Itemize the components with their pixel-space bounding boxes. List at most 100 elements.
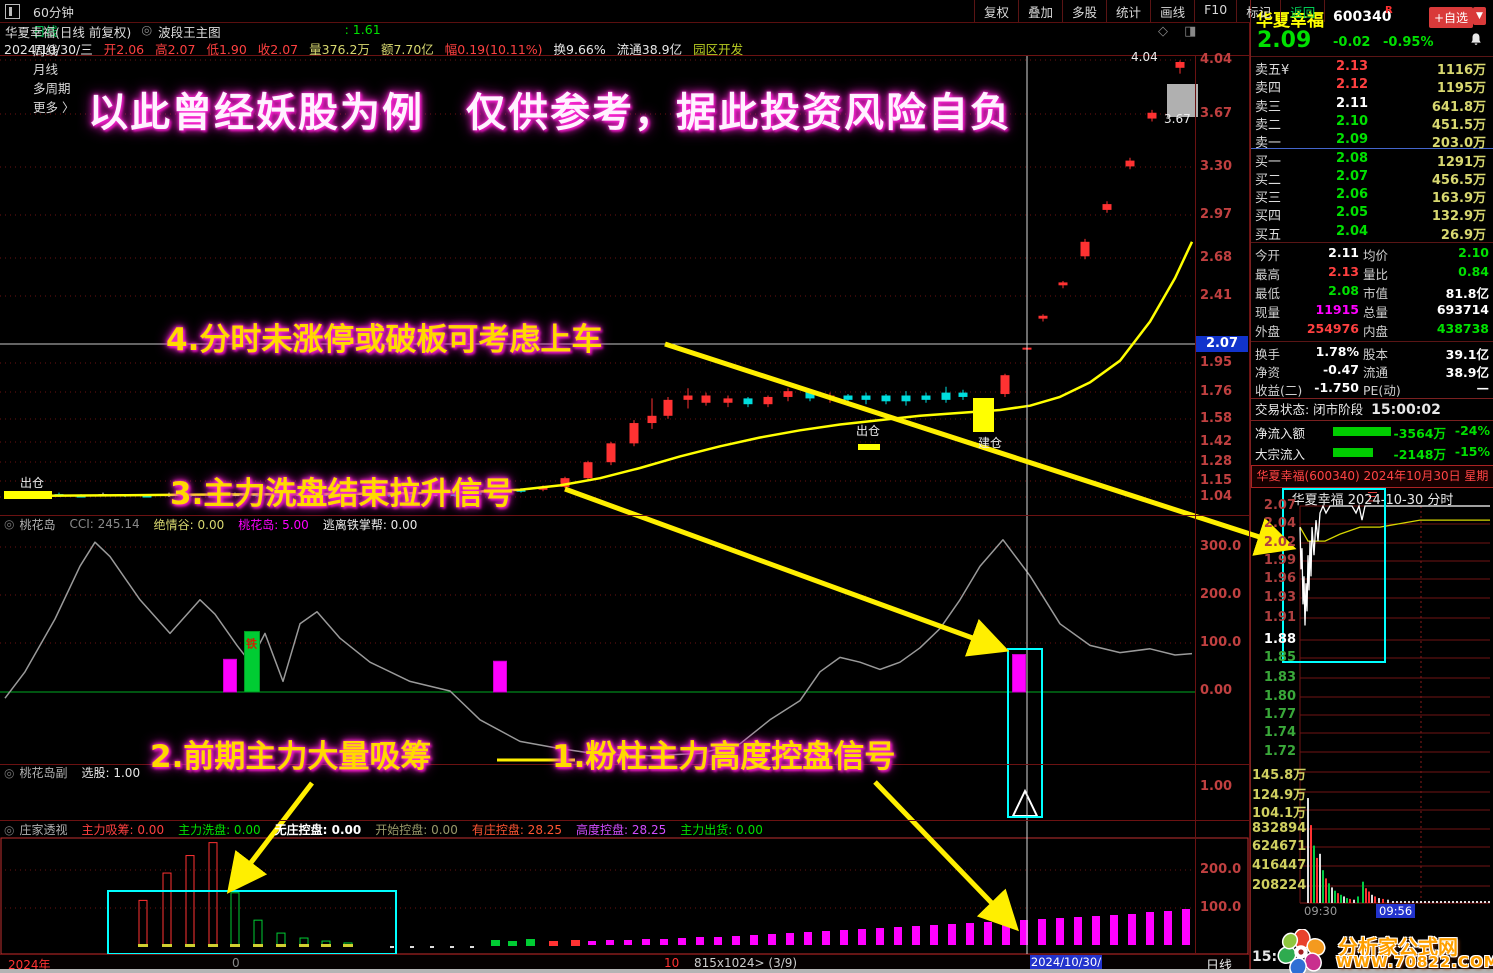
axis-label: 200.0 bbox=[1200, 587, 1242, 602]
axis-label: 624671 bbox=[1252, 839, 1307, 854]
pane-header-taohuadao[interactable]: ◎ 桃花岛 CCI: 245.14 绝情谷: 0.00 桃花岛: 5.00 逃离铁掌帮: … bbox=[0, 516, 1194, 532]
order-book-volume: 1116万 bbox=[1436, 63, 1486, 78]
money-flow-row: 大宗流入 -2148万 -15% bbox=[1251, 442, 1493, 462]
menu-item-5[interactable]: 60分钟 bbox=[26, 2, 81, 21]
pane-header-zhuangjia[interactable]: ◎ 庄家透视 主力吸筹: 0.00 主力洗盘: 0.00 无庄控盘: 0.00 开始控盘:… bbox=[0, 822, 1194, 838]
flow-label: 净流入额 bbox=[1255, 426, 1306, 441]
order-book-volume: 203.0万 bbox=[1431, 136, 1486, 152]
order-book-row[interactable]: 卖二 2.10 451.5万 bbox=[1251, 114, 1493, 133]
menu-item-8[interactable]: 月线 bbox=[26, 59, 81, 78]
order-book-row[interactable]: 卖四 2.12 1195万 bbox=[1251, 77, 1493, 97]
annotation-note2: 2.前期主力大量吸筹 bbox=[150, 739, 432, 775]
trade-status: 交易状态: 闭市阶段 bbox=[1255, 402, 1364, 417]
collapse-icon[interactable]: ◎ bbox=[4, 823, 14, 837]
app-root: 铁 分时1分钟5分钟15分钟30分钟60分钟日线周线月线多周期更多 〉 复权叠加… bbox=[0, 0, 1493, 973]
axis-label: 1.95 bbox=[1200, 355, 1233, 370]
order-book-row[interactable]: 买三 2.06 163.9万 bbox=[1251, 187, 1493, 207]
order-book-row[interactable]: 卖三 2.11 641.8万 bbox=[1251, 95, 1493, 115]
order-book-row[interactable]: 卖一 2.09 203.0万 bbox=[1251, 132, 1493, 152]
add-watchlist-button[interactable]: +自选 bbox=[1429, 7, 1474, 28]
stats-row: 收益(二) -1.750 PE(动) — bbox=[1251, 380, 1493, 399]
flow-label: 大宗流入 bbox=[1255, 447, 1306, 462]
info-segment-0: 2024/10/30/三 bbox=[4, 42, 93, 57]
order-book-row[interactable]: 买四 2.05 132.9万 bbox=[1251, 205, 1493, 224]
stat-value: 438738 bbox=[1436, 321, 1489, 336]
tool-button-7[interactable]: 返回 bbox=[1280, 0, 1326, 22]
order-book-volume: 451.5万 bbox=[1431, 117, 1486, 133]
axis-label: 2.02 bbox=[1263, 535, 1296, 550]
order-book-price: 2.06 bbox=[1336, 187, 1369, 203]
tool-menu: 复权 叠加 多股 统计 画线 F10 标记 返回 bbox=[974, 0, 1326, 22]
stats-row: 今开 2.11 均价 2.10 bbox=[1251, 245, 1493, 264]
order-book-row[interactable]: 买一 2.08 1291万 bbox=[1251, 151, 1493, 170]
axis-label: 416447 bbox=[1252, 858, 1307, 873]
tool-button-6[interactable]: 标记 bbox=[1236, 0, 1280, 22]
axis-label: 200.0 bbox=[1200, 862, 1242, 877]
axis-label: 124.9万 bbox=[1252, 788, 1307, 803]
stat-label: 最低 bbox=[1255, 286, 1281, 301]
watermark-site-url: WWW.70822.COM bbox=[1336, 953, 1493, 971]
stat-value: -0.47 bbox=[1322, 362, 1359, 377]
stat-label: 收益(二) bbox=[1255, 383, 1303, 398]
order-book: 卖五¥ 2.13 1116万 卖四 2.12 1195万 卖三 2.11 641.8万 卖二 2.1… bbox=[1251, 57, 1493, 243]
order-book-row[interactable]: 买五 2.04 26.9万 bbox=[1251, 223, 1493, 243]
watermark: 分析家公式网 WWW.70822.COM bbox=[1276, 928, 1493, 973]
axis-label: 1.77 bbox=[1263, 707, 1296, 722]
price-marker-label: 出仓 bbox=[20, 476, 45, 490]
axis-label: 0.00 bbox=[1200, 683, 1233, 698]
order-book-row[interactable]: 买二 2.07 456.5万 bbox=[1251, 169, 1493, 188]
tool-button-1[interactable]: 叠加 bbox=[1018, 0, 1062, 22]
watchlist-dropdown-icon[interactable]: ▼ bbox=[1473, 7, 1486, 25]
order-book-price: 2.11 bbox=[1336, 95, 1369, 111]
order-book-volume: 26.9万 bbox=[1440, 227, 1486, 243]
resolution-indicator: 815x1024> (3/9) bbox=[694, 956, 798, 970]
collapse-icon[interactable]: ◎ bbox=[4, 517, 14, 531]
stat-label: 最高 bbox=[1255, 267, 1281, 282]
axis-label: 1.58 bbox=[1200, 411, 1233, 426]
stats-row: 最高 2.13 量比 0.84 bbox=[1251, 264, 1493, 283]
tool-button-2[interactable]: 多股 bbox=[1062, 0, 1106, 22]
order-book-volume: 163.9万 bbox=[1431, 191, 1486, 207]
stat-value: -1.750 bbox=[1314, 380, 1359, 395]
window-edge bbox=[0, 969, 1493, 973]
tool-button-5[interactable]: F10 bbox=[1194, 0, 1236, 22]
price-change: -0.02 bbox=[1333, 35, 1371, 50]
collapse-icon[interactable]: ◎ bbox=[4, 766, 14, 780]
menu-item-10[interactable]: 更多 〉 bbox=[26, 97, 81, 116]
stat-label: 外盘 bbox=[1255, 324, 1281, 339]
overlay-indicator-value: : 1.61 bbox=[344, 22, 381, 37]
tool-button-0[interactable]: 复权 bbox=[974, 0, 1018, 22]
stat-label: 内盘 bbox=[1363, 324, 1389, 339]
overlay-indicator-name[interactable]: 波段王主图 bbox=[158, 25, 221, 40]
menu-item-9[interactable]: 多周期 bbox=[26, 78, 81, 97]
chart-corner-icons[interactable]: ◇ ◨ bbox=[1158, 24, 1202, 39]
flow-value: -2148万 bbox=[1393, 447, 1446, 462]
info-segment-10: 园区开发 bbox=[693, 42, 744, 57]
order-book-row[interactable]: 卖五¥ 2.13 1116万 bbox=[1251, 59, 1493, 78]
tool-button-3[interactable]: 统计 bbox=[1106, 0, 1150, 22]
axis-label: 3.67 bbox=[1200, 106, 1233, 121]
flow-bar bbox=[1333, 448, 1373, 457]
flow-bar bbox=[1333, 427, 1391, 436]
price-marker-label: 3.67 bbox=[1164, 112, 1191, 126]
stats-row: 外盘 254976 内盘 438738 bbox=[1251, 321, 1493, 340]
stat-label: 均价 bbox=[1363, 248, 1389, 263]
minute-time-open: 09:30 bbox=[1304, 904, 1338, 918]
stats-row: 换手 1.78% 股本 39.1亿 bbox=[1251, 344, 1493, 363]
stat-value: 2.13 bbox=[1328, 264, 1359, 279]
order-book-label: 卖二 bbox=[1255, 117, 1282, 133]
annotation-note1: 1.粉柱主力高度控盘信号 bbox=[552, 739, 896, 775]
order-book-price: 2.04 bbox=[1336, 223, 1369, 239]
indicator-switch-icon[interactable]: ◎ bbox=[141, 22, 152, 37]
order-book-volume: 1195万 bbox=[1436, 81, 1486, 97]
order-book-price: 2.05 bbox=[1336, 205, 1369, 221]
order-book-label: 卖五¥ bbox=[1255, 63, 1290, 78]
axis-label: 300.0 bbox=[1200, 539, 1242, 554]
stats-block: 今开 2.11 均价 2.10 最高 2.13 量比 0.84 最低 2.08 市值 81.8亿 现量 1… bbox=[1251, 243, 1493, 340]
stat-value: 254976 bbox=[1306, 321, 1359, 336]
window-icon[interactable] bbox=[5, 3, 20, 19]
order-book-volume: 456.5万 bbox=[1431, 172, 1486, 188]
order-book-volume: 1291万 bbox=[1436, 154, 1486, 170]
bell-icon[interactable] bbox=[1469, 32, 1483, 51]
tool-button-4[interactable]: 画线 bbox=[1150, 0, 1194, 22]
